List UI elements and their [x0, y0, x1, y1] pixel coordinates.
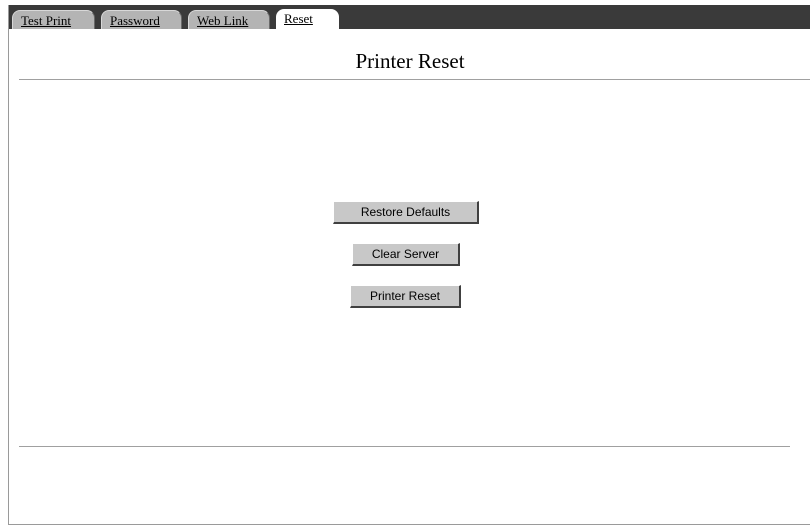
clear-server-button[interactable]: Clear Server — [352, 243, 460, 266]
tab-reset[interactable]: Reset — [276, 9, 339, 29]
bottom-divider — [19, 446, 790, 448]
tab-test-print[interactable]: Test Print — [12, 10, 95, 29]
printer-reset-button[interactable]: Printer Reset — [350, 285, 461, 308]
page-title: Printer Reset — [355, 49, 465, 73]
top-divider — [19, 79, 810, 81]
tab-bar: Test Print Password Web Link Reset — [9, 5, 810, 29]
tab-password[interactable]: Password — [101, 10, 182, 29]
restore-defaults-button[interactable]: Restore Defaults — [333, 201, 479, 224]
page-frame: Test Print Password Web Link Reset Print… — [8, 5, 810, 525]
tab-web-link[interactable]: Web Link — [188, 10, 270, 29]
